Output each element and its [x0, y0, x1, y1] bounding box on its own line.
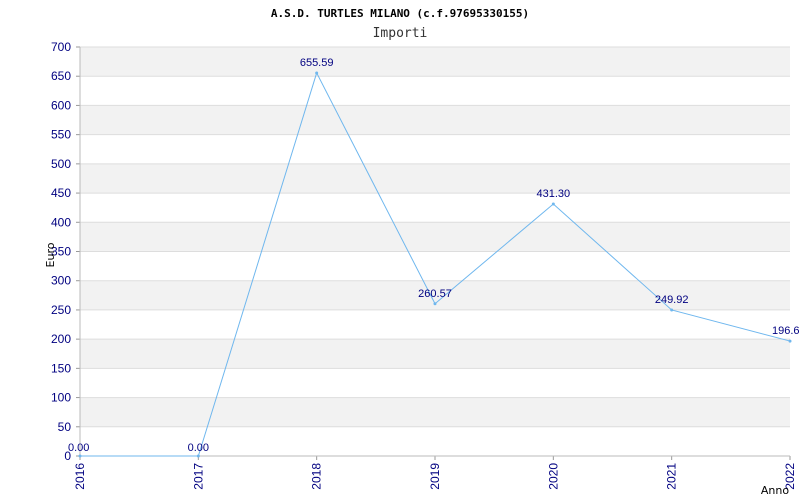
data-point: [433, 302, 437, 306]
data-label: 260.57: [418, 288, 452, 300]
x-tick-label: 2019: [428, 463, 442, 490]
y-tick-label: 500: [51, 157, 71, 171]
y-axis-label: Euro: [44, 242, 57, 267]
chart-subtitle: Importi: [373, 26, 428, 41]
data-point: [670, 308, 674, 312]
data-point: [315, 71, 319, 75]
y-tick-label: 200: [51, 332, 71, 346]
x-tick-label: 2017: [191, 463, 205, 490]
y-tick-label: 550: [51, 128, 71, 142]
y-tick-label: 400: [51, 215, 71, 229]
data-label: 196.69: [772, 325, 800, 337]
data-label: 249.92: [655, 294, 689, 306]
data-point: [788, 339, 792, 343]
y-tick-label: 250: [51, 303, 71, 317]
grid-band: [80, 47, 790, 77]
x-tick-label: 2021: [665, 463, 679, 490]
y-tick-label: 700: [51, 40, 71, 54]
data-point: [78, 454, 82, 458]
grid-band: [80, 105, 790, 135]
grid-band: [80, 163, 790, 194]
y-tick-label: 100: [51, 391, 71, 405]
grid-band: [80, 222, 790, 252]
y-tick-label: 600: [51, 98, 71, 112]
chart: A.S.D. TURTLES MILANO (c.f.97695330155) …: [44, 7, 800, 497]
x-axis-ticks: 2016 2017 2018 2019 2020 2021 2022: [73, 456, 797, 490]
y-tick-label: 650: [51, 69, 71, 83]
data-label: 431.30: [537, 188, 571, 200]
y-tick-label: 450: [51, 186, 71, 200]
data-point: [551, 202, 555, 206]
y-tick-label: 150: [51, 361, 71, 375]
chart-title: A.S.D. TURTLES MILANO (c.f.97695330155): [271, 7, 529, 20]
plot-bands: [80, 46, 790, 457]
y-tick-label: 50: [58, 420, 72, 434]
x-axis-label: Anno: [761, 484, 789, 497]
data-label: 655.59: [300, 57, 334, 69]
grid-band: [80, 397, 790, 427]
grid-band: [80, 339, 790, 369]
x-tick-label: 2016: [73, 463, 87, 490]
x-tick-label: 2018: [310, 463, 324, 490]
data-point: [196, 454, 200, 458]
data-label: 0.00: [188, 442, 209, 454]
y-tick-label: 300: [51, 274, 71, 288]
data-label: 0.00: [68, 442, 89, 454]
x-tick-label: 2020: [546, 463, 560, 490]
